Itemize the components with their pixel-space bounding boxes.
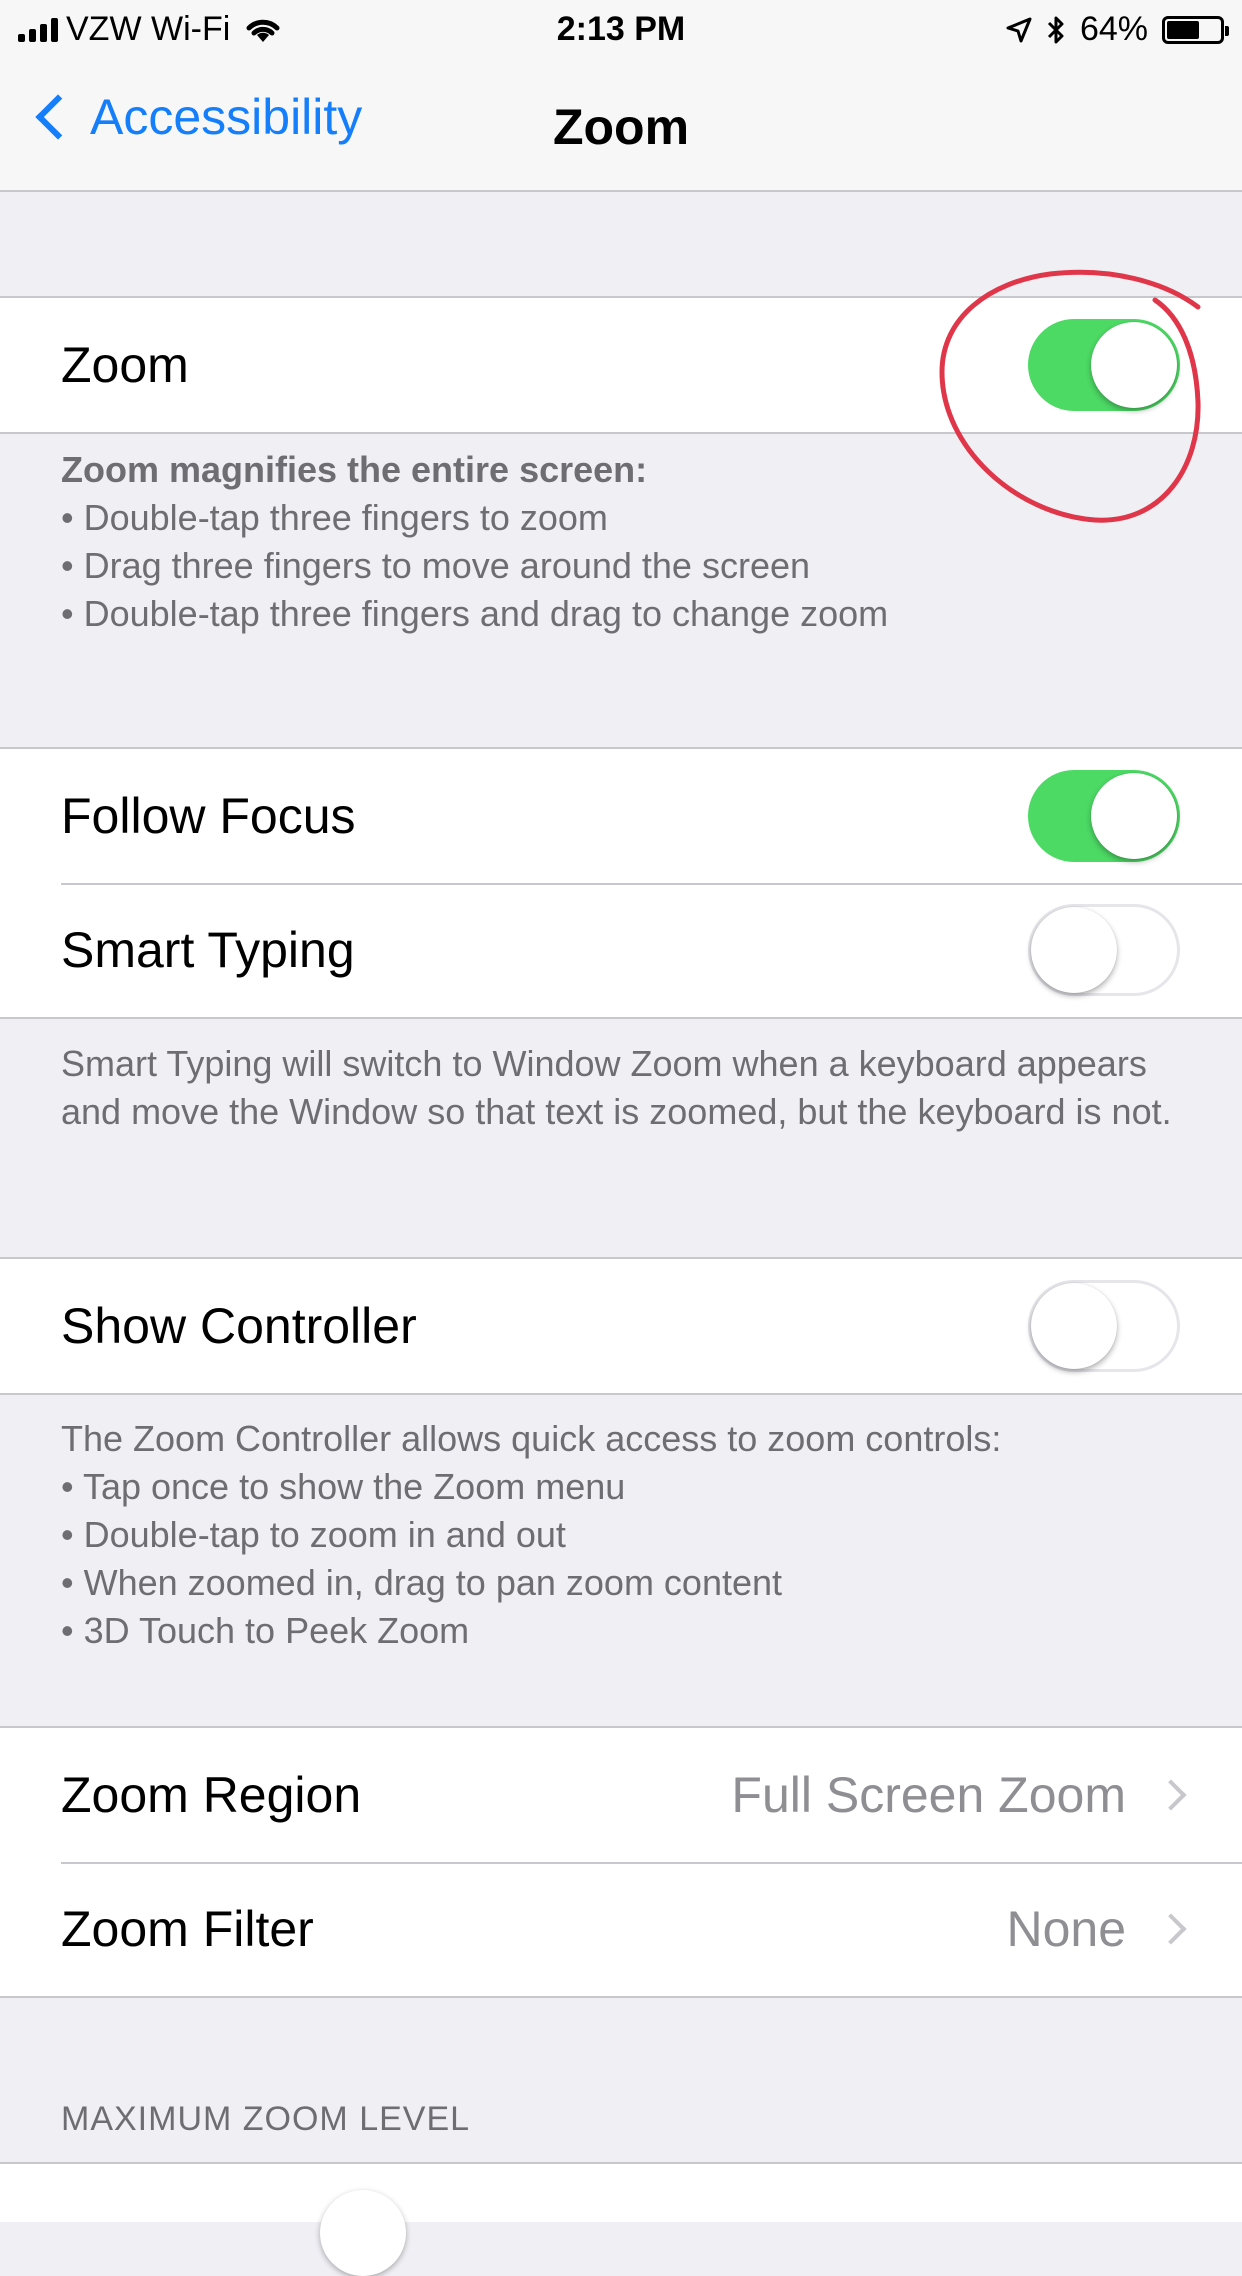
chevron-right-icon bbox=[1155, 1913, 1187, 1945]
smart-typing-switch[interactable] bbox=[1028, 904, 1180, 996]
status-right: 64% bbox=[1006, 10, 1229, 49]
zoom-region-value: Full Screen Zoom bbox=[731, 1767, 1126, 1823]
zoom-filter-value: None bbox=[1006, 1901, 1126, 1957]
show-controller-switch[interactable] bbox=[1028, 1280, 1180, 1372]
region-filter-group: Zoom Region Full Screen Zoom Zoom Filter… bbox=[0, 1726, 1242, 1998]
battery-fill bbox=[1167, 20, 1199, 39]
controller-footer-bullet: • 3D Touch to Peek Zoom bbox=[61, 1610, 470, 1651]
smart-typing-label: Smart Typing bbox=[61, 922, 355, 978]
controller-footer-bullet: • When zoomed in, drag to pan zoom conte… bbox=[61, 1562, 783, 1603]
switch-knob bbox=[1031, 907, 1117, 993]
zoom-label: Zoom bbox=[61, 337, 189, 393]
zoom-region-label: Zoom Region bbox=[61, 1767, 362, 1823]
back-button[interactable]: Accessibility bbox=[30, 88, 362, 146]
battery-icon bbox=[1162, 15, 1229, 44]
zoom-footer-bullet: • Double-tap three fingers and drag to c… bbox=[61, 593, 889, 634]
bluetooth-icon bbox=[1047, 16, 1064, 43]
switch-knob bbox=[1091, 773, 1177, 859]
controller-footer-bullet: • Double-tap to zoom in and out bbox=[61, 1514, 566, 1555]
zoom-group: Zoom bbox=[0, 296, 1242, 434]
smart-typing-footer: Smart Typing will switch to Window Zoom … bbox=[61, 1043, 1172, 1132]
zoom-filter-label: Zoom Filter bbox=[61, 1901, 314, 1957]
zoom-footer-bullet: • Double-tap three fingers to zoom bbox=[61, 497, 608, 538]
follow-focus-row: Follow Focus bbox=[0, 749, 1242, 883]
zoom-footer-title: Zoom magnifies the entire screen: bbox=[61, 449, 648, 490]
controller-footer: The Zoom Controller allows quick access … bbox=[61, 1415, 1191, 1655]
navigation-bar: Accessibility Zoom bbox=[0, 62, 1242, 192]
smart-typing-row: Smart Typing bbox=[0, 883, 1242, 1017]
follow-focus-label: Follow Focus bbox=[61, 788, 356, 844]
battery-percent: 64% bbox=[1079, 10, 1148, 48]
zoom-footer-bullet: • Drag three fingers to move around the … bbox=[61, 545, 811, 586]
controller-footer-bullet: • Tap once to show the Zoom menu bbox=[61, 1466, 626, 1507]
location-icon bbox=[1006, 17, 1032, 42]
chevron-left-icon bbox=[35, 94, 81, 140]
zoom-footer: Zoom magnifies the entire screen: • Doub… bbox=[61, 446, 1191, 638]
max-zoom-header: MAXIMUM ZOOM LEVEL bbox=[61, 2100, 471, 2138]
zoom-switch[interactable] bbox=[1028, 319, 1180, 411]
max-zoom-slider-knob[interactable] bbox=[320, 2190, 406, 2276]
show-controller-row: Show Controller bbox=[0, 1259, 1242, 1393]
follow-focus-switch[interactable] bbox=[1028, 770, 1180, 862]
zoom-row: Zoom bbox=[0, 298, 1242, 432]
switch-knob bbox=[1091, 322, 1177, 408]
status-bar: VZW Wi-Fi 2:13 PM 64% bbox=[0, 0, 1242, 62]
max-zoom-slider-group bbox=[0, 2162, 1242, 2276]
zoom-region-row[interactable]: Zoom Region Full Screen Zoom bbox=[0, 1728, 1242, 1862]
controller-group: Show Controller bbox=[0, 1257, 1242, 1395]
show-controller-label: Show Controller bbox=[61, 1298, 417, 1354]
zoom-filter-row[interactable]: Zoom Filter None bbox=[0, 1862, 1242, 1996]
controller-footer-title: The Zoom Controller allows quick access … bbox=[61, 1418, 1002, 1459]
switch-knob bbox=[1031, 1283, 1117, 1369]
chevron-right-icon bbox=[1155, 1779, 1187, 1811]
back-label: Accessibility bbox=[90, 89, 363, 145]
focus-typing-group: Follow Focus Smart Typing bbox=[0, 747, 1242, 1019]
